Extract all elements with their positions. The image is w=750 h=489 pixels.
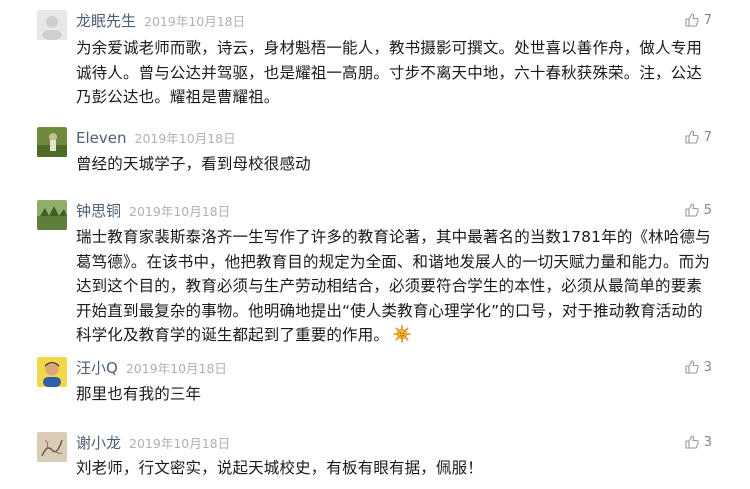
avatar[interactable] [37,127,67,157]
comment-text: 那里也有我的三年 [76,385,202,403]
like-button[interactable]: 3 [685,359,712,377]
comment-text: 刘老师，行文密实，说起天城校史，有板有眼有据，佩服！ [76,459,483,477]
avatar[interactable] [37,357,67,387]
like-count: 5 [703,203,712,218]
comment-date: 2019年10月18日 [125,361,227,376]
like-button[interactable]: 3 [685,434,712,452]
like-button[interactable]: 5 [685,202,712,220]
like-button[interactable]: 7 [685,129,712,147]
like-count: 3 [703,360,712,375]
thumbs-up-icon [685,13,699,27]
comment-date: 2019年10月18日 [144,14,246,29]
comment-date: 2019年10月18日 [134,131,236,146]
like-button[interactable]: 7 [685,12,712,30]
comment-author[interactable]: 汪小Q [76,359,118,377]
like-count: 7 [703,130,712,145]
thumbs-up-icon [685,130,699,144]
comment-author[interactable]: 龙眠先生 [76,12,136,30]
avatar[interactable] [37,432,67,462]
comment-author[interactable]: 谢小龙 [76,434,121,452]
comment-text: 曾经的天城学子，看到母校很感动 [76,155,311,173]
like-count: 3 [703,435,712,450]
comment-text: 瑞士教育家裴斯泰洛齐一生写作了许多的教育论著，其中最著名的当数1781年的《林哈… [76,225,716,351]
thumbs-up-icon [685,435,699,449]
avatar[interactable] [37,200,67,230]
avatar[interactable] [37,10,67,40]
thumbs-up-icon [685,203,699,217]
comment-author[interactable]: 钟思铜 [76,202,121,220]
comment-date: 2019年10月18日 [129,436,231,451]
comment-date: 2019年10月18日 [129,204,231,219]
comment-author[interactable]: Eleven [76,129,127,147]
comment-text: 为余爱诚老师而歌，诗云，身材魁梧一能人，教书摄影可撰文。处世喜以善作舟，做人专用… [76,39,703,106]
sun-icon [393,325,411,351]
like-count: 7 [703,13,712,28]
thumbs-up-icon [685,360,699,374]
